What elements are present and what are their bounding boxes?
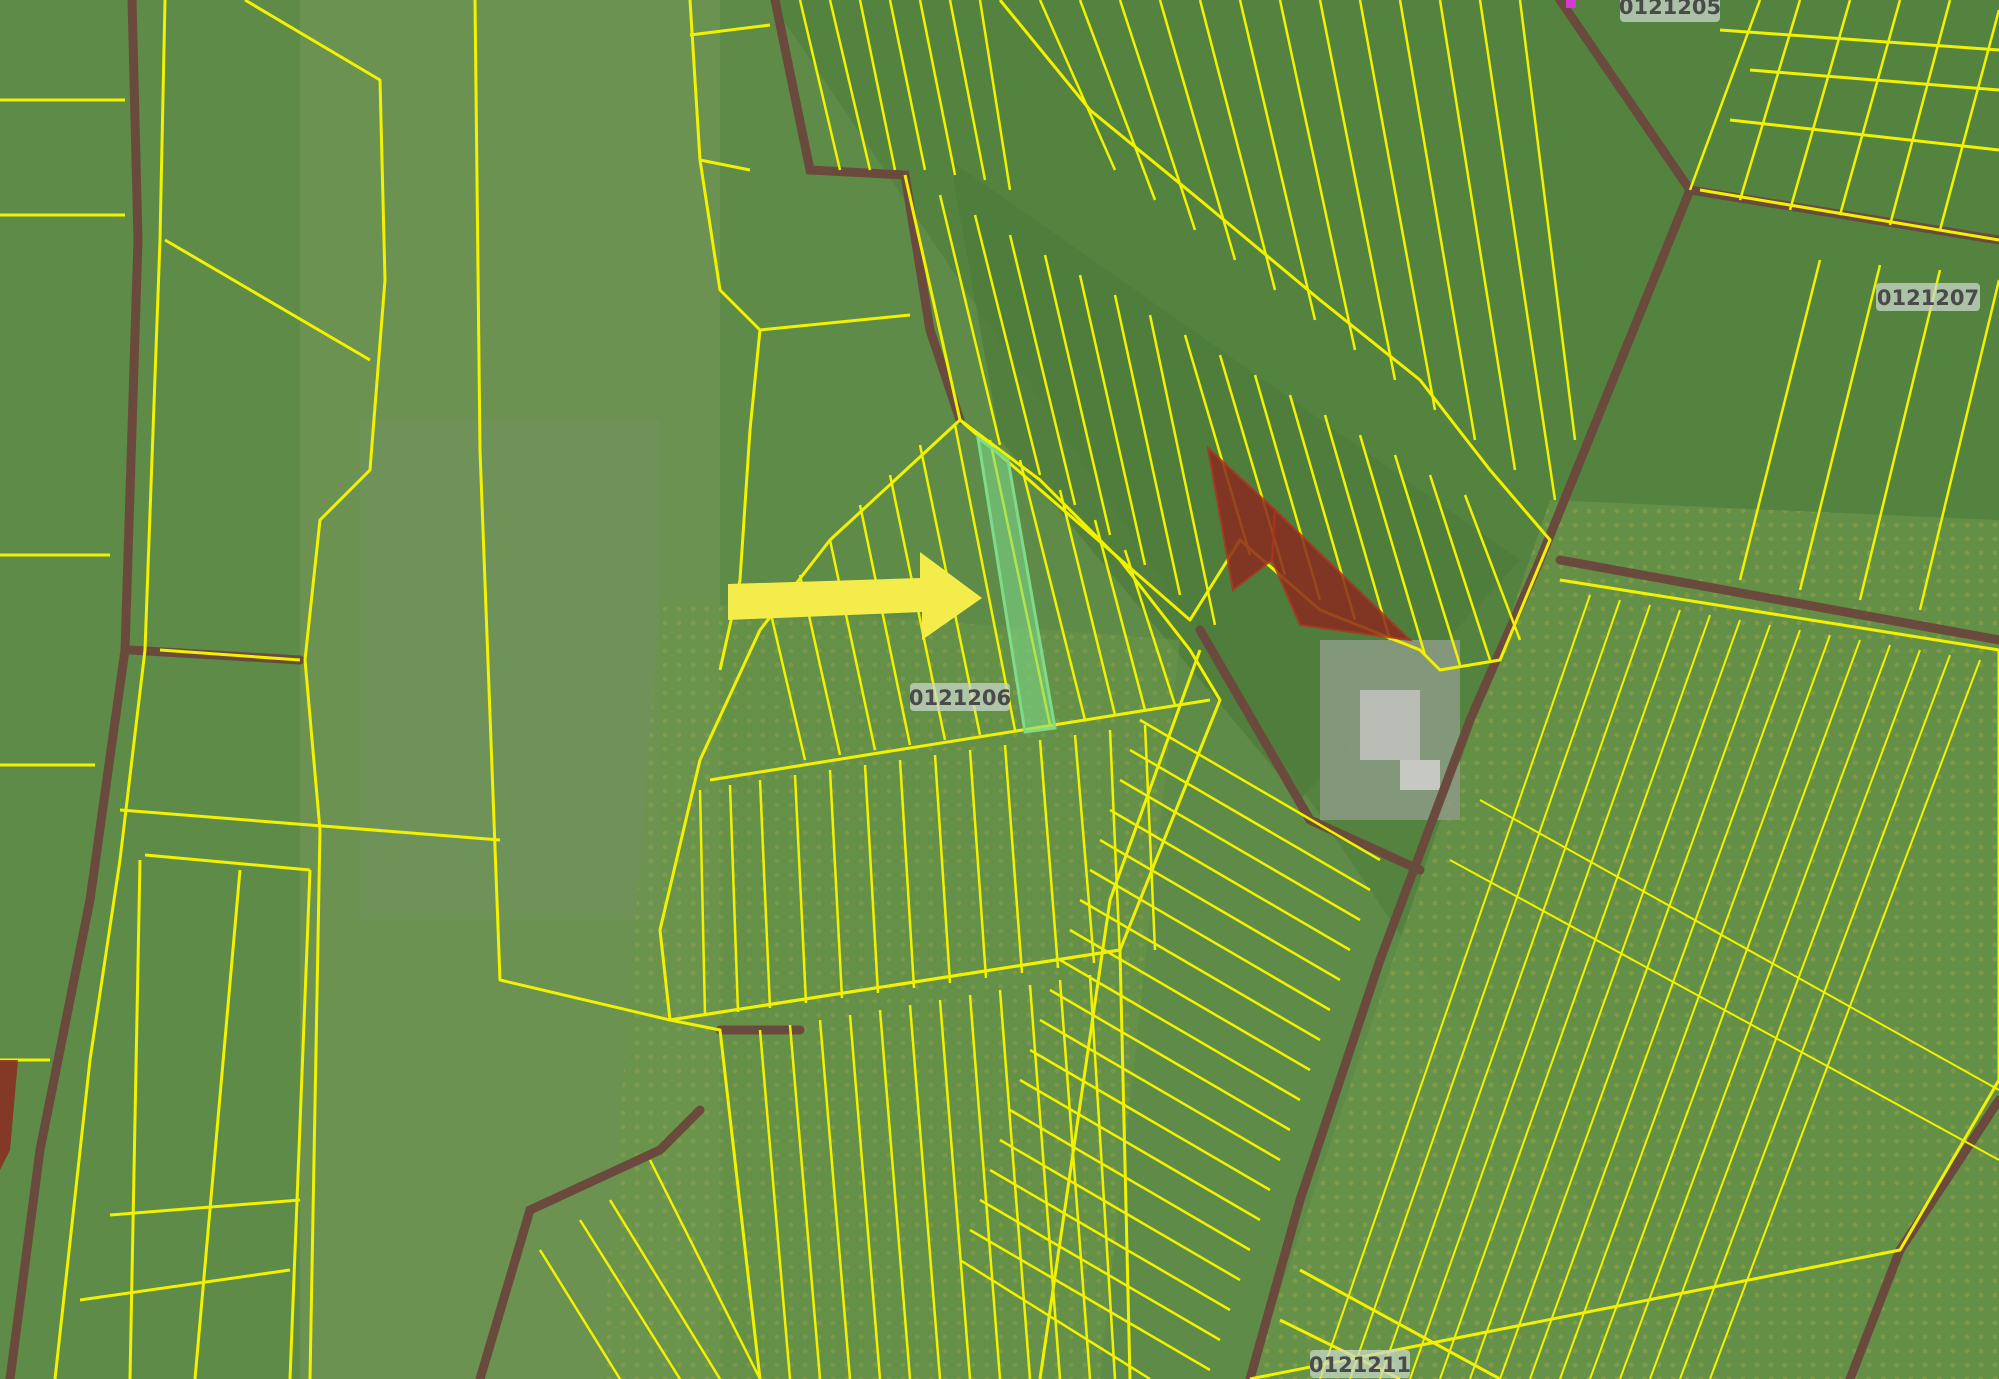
svg-text:0121211: 0121211 xyxy=(1309,1353,1411,1377)
zone-label-0121205[interactable]: 0121205 xyxy=(1619,0,1721,22)
marker-dot xyxy=(1566,0,1576,8)
zone-label-0121211[interactable]: 0121211 xyxy=(1309,1350,1411,1378)
zone-label-0121206[interactable]: 0121206 xyxy=(909,683,1011,711)
svg-text:0121207: 0121207 xyxy=(1877,286,1979,310)
svg-text:0121205: 0121205 xyxy=(1619,0,1721,19)
zone-label-0121207[interactable]: 0121207 xyxy=(1876,283,1980,311)
svg-text:0121206: 0121206 xyxy=(909,686,1011,710)
cadastral-map[interactable]: 0121205 0121206 0121207 0121211 xyxy=(0,0,1999,1379)
